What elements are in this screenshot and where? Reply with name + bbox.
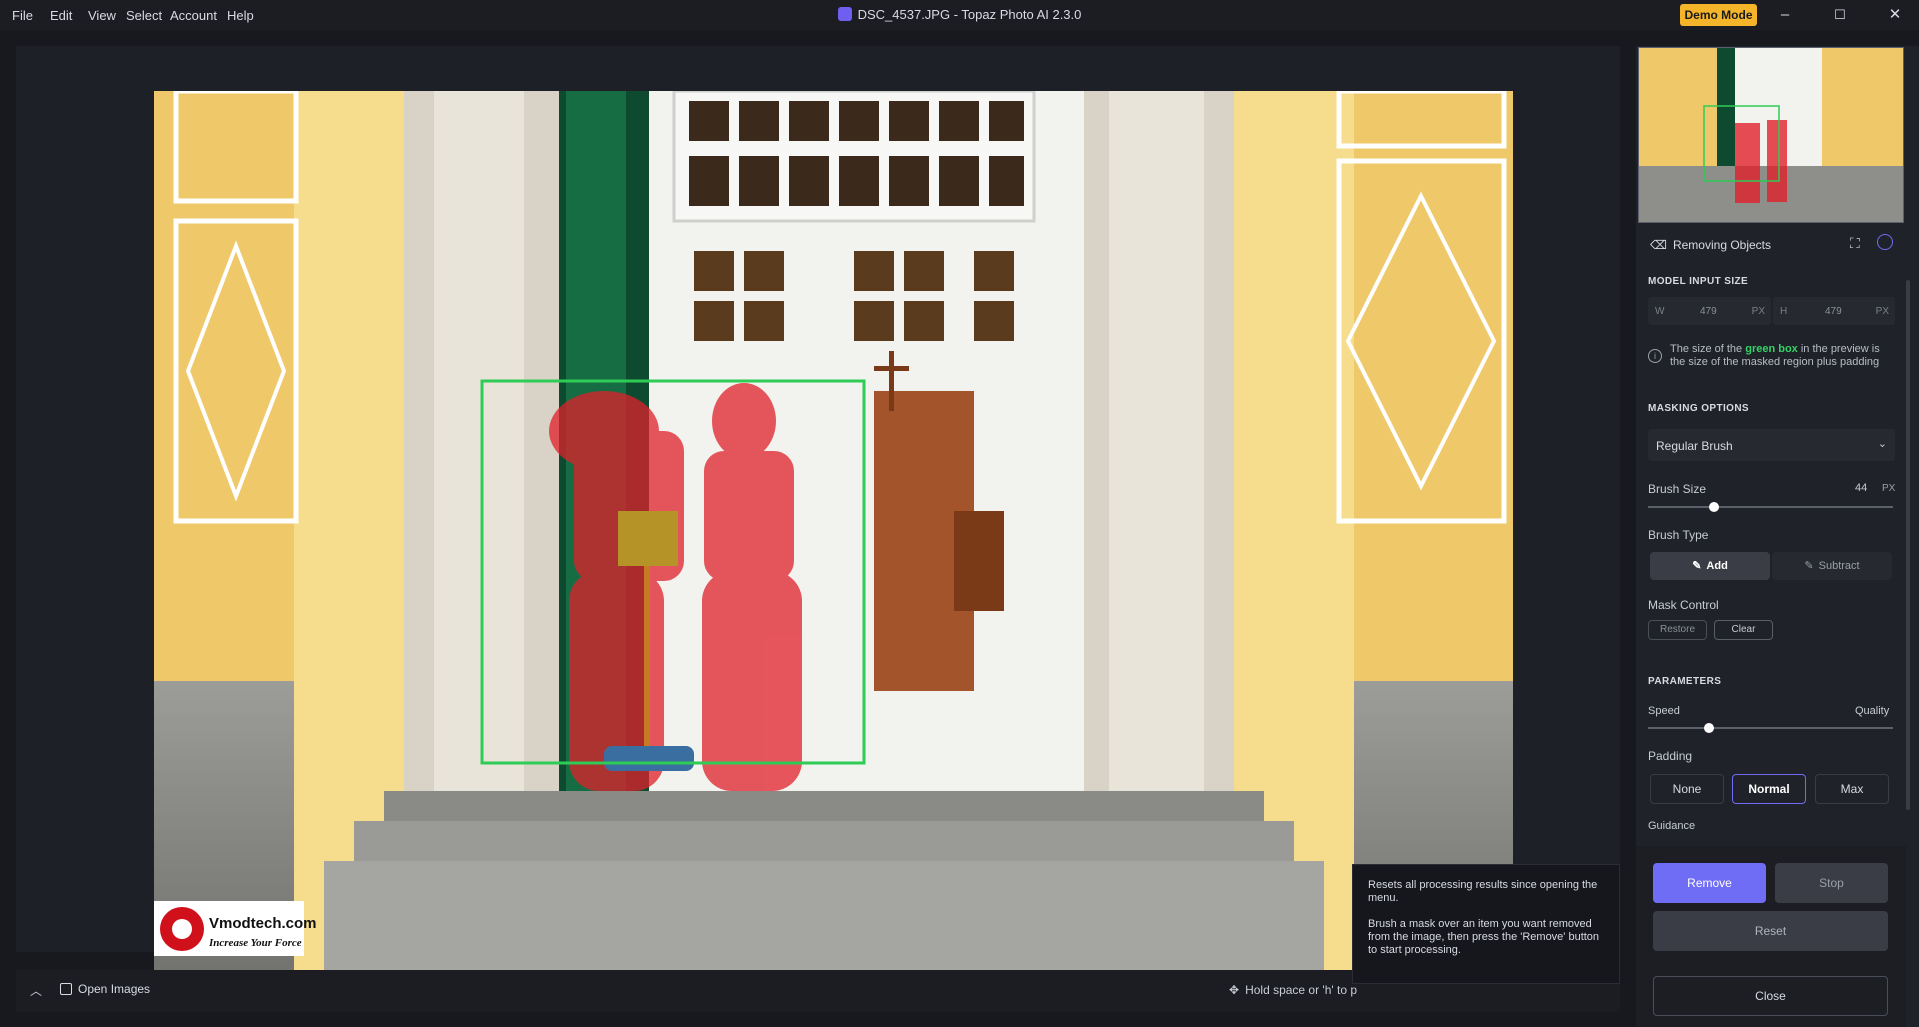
- brush-add-label: Add: [1706, 560, 1728, 572]
- parameters-heading: PARAMETERS: [1648, 676, 1722, 687]
- width-unit: PX: [1751, 306, 1765, 317]
- brush-add-button[interactable]: ✎ Add: [1650, 552, 1770, 580]
- brush-select-value: Regular Brush: [1656, 439, 1733, 453]
- chevron-up-icon[interactable]: ︿: [16, 970, 56, 1012]
- image-canvas[interactable]: Vmodtech.com Increase Your Force: [16, 46, 1620, 997]
- brush-icon: ✎: [1692, 560, 1702, 572]
- padding-none-button[interactable]: None: [1650, 774, 1724, 804]
- brush-size-label: Brush Size: [1648, 482, 1707, 496]
- crop-icon[interactable]: ⛶: [1850, 235, 1860, 252]
- tooltip-line-2: Brush a mask over an item you want remov…: [1368, 918, 1600, 956]
- width-label: W: [1655, 306, 1665, 317]
- reset-tooltip: Resets all processing results since open…: [1352, 864, 1620, 984]
- width-field[interactable]: W 479 PX: [1648, 297, 1771, 325]
- mask-control-label: Mask Control: [1648, 598, 1719, 612]
- thumbnail-illustration: [1639, 48, 1903, 222]
- masking-options-heading: MASKING OPTIONS: [1648, 403, 1750, 414]
- open-images-label: Open Images: [78, 982, 151, 996]
- open-images-button[interactable]: Open Images: [60, 982, 150, 996]
- watermark-tagline: Increase Your Force: [208, 937, 302, 949]
- window-title-text: DSC_4537.JPG - Topaz Photo AI 2.3.0: [857, 7, 1082, 22]
- close-panel-button[interactable]: Close: [1653, 976, 1888, 1016]
- brush-select[interactable]: Regular Brush ⌄: [1648, 429, 1895, 461]
- face-icon[interactable]: [1877, 234, 1893, 250]
- photo-illustration: Vmodtech.com Increase Your Force: [154, 91, 1513, 997]
- clear-button[interactable]: Clear: [1714, 620, 1773, 640]
- brush-type-label: Brush Type: [1648, 528, 1709, 542]
- eraser-icon: ⌫: [1650, 238, 1667, 252]
- brush-size-value[interactable]: 44: [1855, 482, 1867, 494]
- reset-button[interactable]: Reset: [1653, 911, 1888, 951]
- stop-button[interactable]: Stop: [1775, 863, 1888, 903]
- close-window-button[interactable]: ✕: [1880, 3, 1910, 27]
- sidebar-scrollbar[interactable]: [1906, 280, 1910, 810]
- speed-label: Speed: [1648, 705, 1680, 717]
- info-text-highlight: green box: [1745, 343, 1798, 355]
- restore-button[interactable]: Restore: [1648, 620, 1707, 640]
- tooltip-line-1: Resets all processing results since open…: [1368, 879, 1598, 904]
- image-icon: [60, 983, 72, 995]
- remove-button[interactable]: Remove: [1653, 863, 1766, 903]
- height-unit: PX: [1875, 306, 1889, 317]
- guidance-label: Guidance: [1648, 820, 1696, 832]
- demo-mode-badge[interactable]: Demo Mode: [1680, 4, 1757, 26]
- pan-hint-text: Hold space or 'h' to p: [1245, 983, 1358, 997]
- brush-size-unit: PX: [1882, 483, 1896, 494]
- height-value: 479: [1825, 306, 1842, 317]
- subtract-brush-icon: ✎: [1804, 560, 1814, 572]
- info-text: The size of the green box in the preview…: [1670, 343, 1890, 369]
- title-bar: File Edit View Select Account Help DSC_4…: [0, 0, 1919, 30]
- width-value: 479: [1700, 306, 1717, 317]
- height-label: H: [1780, 306, 1788, 317]
- brush-subtract-label: Subtract: [1818, 560, 1860, 572]
- tool-title: Removing Objects: [1672, 238, 1772, 252]
- quality-label: Quality: [1855, 705, 1890, 717]
- chevron-down-icon: ⌄: [1877, 438, 1887, 450]
- topaz-logo-icon: [837, 7, 852, 21]
- info-text-pre: The size of the: [1670, 343, 1746, 355]
- padding-label: Padding: [1648, 749, 1693, 763]
- watermark-brand: Vmodtech.com: [209, 915, 317, 932]
- pan-hint: ✥ Hold space or 'h' to p: [1229, 983, 1357, 997]
- info-icon: i: [1648, 349, 1662, 363]
- padding-max-button[interactable]: Max: [1815, 774, 1889, 804]
- minimize-button[interactable]: –: [1770, 3, 1800, 27]
- window-title: DSC_4537.JPG - Topaz Photo AI 2.3.0: [0, 7, 1919, 22]
- model-input-size-heading: MODEL INPUT SIZE: [1648, 276, 1749, 287]
- tool-header: ⌫ Removing Objects: [1650, 238, 1771, 252]
- height-field[interactable]: H 479 PX: [1773, 297, 1895, 325]
- photo-preview[interactable]: Vmodtech.com Increase Your Force: [154, 91, 1513, 997]
- brush-subtract-button[interactable]: ✎ Subtract: [1772, 552, 1892, 580]
- brush-size-slider[interactable]: [1648, 506, 1893, 508]
- padding-normal-button[interactable]: Normal: [1732, 774, 1806, 804]
- navigator-thumbnail[interactable]: [1638, 47, 1904, 223]
- maximize-button[interactable]: ☐: [1825, 3, 1855, 27]
- move-icon: ✥: [1229, 983, 1240, 997]
- speed-quality-slider[interactable]: [1648, 727, 1893, 729]
